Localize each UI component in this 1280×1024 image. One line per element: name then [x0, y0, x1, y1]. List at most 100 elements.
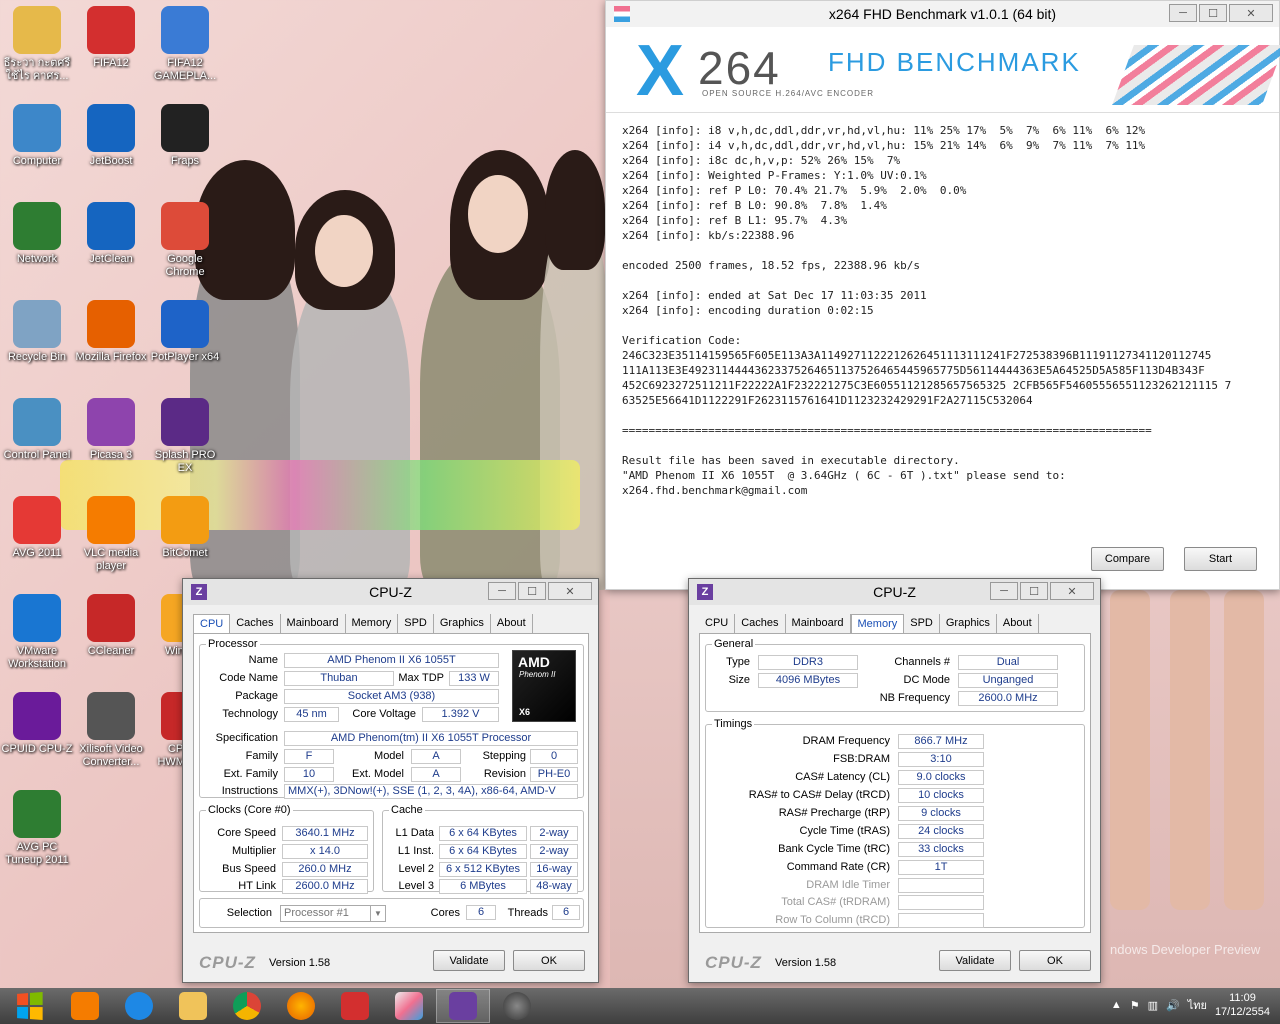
type-label: Type	[726, 656, 750, 668]
start-button[interactable]	[0, 989, 58, 1023]
jetboost-icon	[87, 104, 135, 152]
taskbar-ie[interactable]	[112, 989, 166, 1023]
taskbar-firefox[interactable]	[274, 989, 328, 1023]
desktop-icon-computer[interactable]: Computer	[0, 104, 74, 168]
desktop-icon-ccleaner[interactable]: CCleaner	[74, 594, 148, 658]
processor-select[interactable]: Processor #1 ▼	[280, 905, 386, 922]
tab-cpu[interactable]: CPU	[193, 614, 231, 634]
compare-button[interactable]: Compare	[1091, 547, 1164, 571]
maximize-button[interactable]: ☐	[1020, 582, 1048, 600]
tab-spd[interactable]: SPD	[904, 614, 940, 634]
desktop-icon-fraps[interactable]: Fraps	[148, 104, 222, 168]
tab-spd[interactable]: SPD	[398, 614, 434, 634]
taskbar-fifa[interactable]	[328, 989, 382, 1023]
taskbar-chrome[interactable]	[220, 989, 274, 1023]
desktop-icon-label: Google Chrome	[165, 253, 205, 278]
clock[interactable]: 11:09 17/12/2554	[1215, 991, 1270, 1019]
close-button[interactable]: ✕	[1050, 582, 1094, 600]
tab-memory[interactable]: Memory	[850, 614, 905, 634]
cpuz-titlebar[interactable]: Z CPU-Z ─ ☐ ✕	[689, 579, 1100, 605]
taskbar-film[interactable]	[490, 989, 544, 1023]
taskbar-explorer[interactable]	[166, 989, 220, 1023]
desktop-icon-avg[interactable]: AVG 2011	[0, 496, 74, 560]
desktop-icon-fifa12-gameplay[interactable]: FIFA12 GAMEPLA...	[148, 6, 222, 83]
x264-titlebar[interactable]: x264 FHD Benchmark v1.0.1 (64 bit) ─ ☐ ✕	[606, 1, 1279, 27]
minimize-button[interactable]: ─	[1169, 4, 1197, 22]
maxtdp-value: 133 W	[449, 671, 499, 686]
desktop-icon-fifa12[interactable]: FIFA12	[74, 6, 148, 70]
instructions-value: MMX(+), 3DNow!(+), SSE (1, 2, 3, 4A), x8…	[284, 784, 578, 799]
tab-caches[interactable]: Caches	[230, 614, 281, 634]
tab-about[interactable]: About	[997, 614, 1039, 634]
close-button[interactable]: ✕	[1229, 4, 1273, 22]
family-value: F	[284, 749, 334, 764]
desktop-icon-label: Fraps	[170, 155, 200, 167]
volume-icon[interactable]: 🔊	[1166, 999, 1180, 1012]
tab-mainboard[interactable]: Mainboard	[281, 614, 346, 634]
taskbar-media-player[interactable]	[58, 989, 112, 1023]
desktop-icon-label: Splash PRO EX	[154, 449, 216, 474]
taskbar-cpuz[interactable]	[436, 989, 490, 1023]
jetclean-icon	[87, 202, 135, 250]
tab-graphics[interactable]: Graphics	[940, 614, 997, 634]
minimize-button[interactable]: ─	[990, 582, 1018, 600]
trc-label: Bank Cycle Time (tRC)	[778, 843, 890, 855]
ok-button[interactable]: OK	[1019, 950, 1091, 971]
desktop-icon-recycle[interactable]: Recycle Bin	[0, 300, 74, 364]
validate-button[interactable]: Validate	[939, 950, 1011, 971]
ok-button[interactable]: OK	[513, 950, 585, 971]
tab-cpu[interactable]: CPU	[699, 614, 736, 634]
ht-link-label: HT Link	[238, 880, 276, 892]
start-button[interactable]: Start	[1184, 547, 1257, 571]
nb-frequency-label: NB Frequency	[879, 692, 950, 704]
desktop-icon-label: BitComet	[162, 547, 208, 559]
model-label: Model	[374, 750, 404, 762]
vlc-icon	[87, 496, 135, 544]
desktop-icon-xilisoft[interactable]: Xilisoft Video Converter...	[74, 692, 148, 769]
technology-value: 45 nm	[284, 707, 339, 722]
desktop-icon-jetboost[interactable]: JetBoost	[74, 104, 148, 168]
desktop-icon-vmware[interactable]: VMware Workstation	[0, 594, 74, 671]
validate-button[interactable]: Validate	[433, 950, 505, 971]
desktop-icon-control[interactable]: Control Panel	[0, 398, 74, 462]
desktop-icon-network[interactable]: Network	[0, 202, 74, 266]
cpuz-footer: CPU-Z Version 1.58 Validate OK	[193, 950, 588, 974]
desktop-icon-label: VMware Workstation	[8, 645, 66, 670]
desktop-icon-chrome[interactable]: Google Chrome	[148, 202, 222, 279]
tab-mainboard[interactable]: Mainboard	[786, 614, 851, 634]
desktop-icon-bitcomet[interactable]: BitComet	[148, 496, 222, 560]
desktop-icon-firefox[interactable]: Mozilla Firefox	[74, 300, 148, 364]
x264-banner: X 264 FHD BENCHMARK OPEN SOURCE H.264/AV…	[606, 27, 1280, 113]
flag-icon[interactable]: ⚑	[1130, 999, 1140, 1012]
dram-idle-timer-label: DRAM Idle Timer	[806, 879, 890, 891]
maximize-button[interactable]: ☐	[518, 582, 546, 600]
desktop-icon-cpuz[interactable]: CPUID CPU-Z	[0, 692, 74, 756]
folder-icon	[179, 992, 207, 1020]
tab-about[interactable]: About	[491, 614, 533, 634]
network-icon[interactable]: ▥	[1148, 999, 1158, 1012]
stepping-label: Stepping	[482, 750, 526, 762]
close-button[interactable]: ✕	[548, 582, 592, 600]
type-value: DDR3	[758, 655, 858, 670]
desktop-icon-splash[interactable]: Splash PRO EX	[148, 398, 222, 475]
tray-expand-icon[interactable]: ▲	[1111, 999, 1122, 1011]
bitcomet-icon	[161, 496, 209, 544]
desktop-icon-vlc[interactable]: VLC media player	[74, 496, 148, 573]
language-indicator[interactable]: ไทย	[1188, 996, 1207, 1014]
desktop-icon-user[interactable]: ธีระวา กะตศรี ใช้ไร คาศร...	[0, 6, 74, 83]
cpuz-brand: CPU-Z	[199, 953, 256, 972]
desktop-icon-avgtuneup[interactable]: AVG PC Tuneup 2011	[0, 790, 74, 867]
desktop-icon-jetclean[interactable]: JetClean	[74, 202, 148, 266]
name-value: AMD Phenom II X6 1055T	[284, 653, 499, 668]
cpuz-titlebar[interactable]: Z CPU-Z ─ ☐ ✕	[183, 579, 598, 605]
desktop-icon-picasa[interactable]: Picasa 3	[74, 398, 148, 462]
minimize-button[interactable]: ─	[488, 582, 516, 600]
desktop-icon-potplayer[interactable]: PotPlayer x64	[148, 300, 222, 364]
ht-link-value: 2600.0 MHz	[282, 879, 368, 894]
tab-caches[interactable]: Caches	[735, 614, 786, 634]
tab-graphics[interactable]: Graphics	[434, 614, 491, 634]
tab-memory[interactable]: Memory	[346, 614, 399, 634]
maximize-button[interactable]: ☐	[1199, 4, 1227, 22]
taskbar-x264[interactable]	[382, 989, 436, 1023]
chevron-down-icon: ▼	[370, 906, 385, 921]
